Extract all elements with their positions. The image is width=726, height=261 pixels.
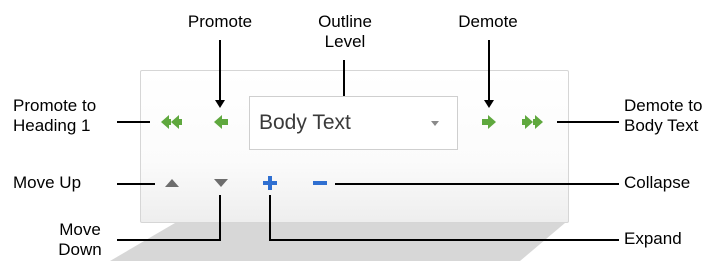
move-up-button[interactable] [164,178,180,188]
leader-outline-level [343,60,345,96]
collapse-button[interactable] [312,180,328,186]
left-arrow-icon [214,115,228,129]
triangle-up-icon [165,179,179,187]
callout-collapse: Collapse [624,173,691,192]
outline-level-dropdown[interactable]: Body Text [249,96,458,150]
double-left-arrow-icon [161,115,182,129]
callout-promote-to-heading1: Promote to Heading 1 [13,96,97,135]
callout-promote: Promote [187,12,253,31]
leader-promote-to-heading1 [117,121,150,123]
leader-expand-h [269,239,619,241]
demote-to-body-text-button[interactable] [521,113,547,131]
chevron-down-icon [431,121,439,126]
leader-expand-v [269,195,271,240]
callout-demote-to-body-text: Demote to Body Text [624,96,703,135]
leader-collapse [335,183,619,185]
callout-move-up: Move Up [13,173,82,192]
leader-move-down-h [117,239,221,241]
leader-move-down-v [219,195,221,240]
leader-demote [488,40,490,106]
double-right-arrow-icon [522,115,543,129]
expand-button[interactable] [262,175,278,191]
right-arrow-icon [482,115,496,129]
promote-to-heading1-button[interactable] [157,113,183,131]
demote-button[interactable] [481,113,497,131]
callout-demote: Demote [458,12,518,31]
outline-level-value: Body Text [259,111,351,134]
triangle-down-icon [214,179,228,187]
leader-demote-to-body-text [557,121,619,123]
move-down-button[interactable] [213,178,229,188]
leader-move-up [117,183,155,185]
leader-demote-arrowhead [484,100,494,108]
promote-button[interactable] [213,113,229,131]
callout-move-down: Move Down [58,220,102,259]
callout-outline-level: Outline Level [318,12,372,51]
callout-expand: Expand [624,229,682,248]
minus-icon [313,181,327,185]
leader-promote [219,40,221,106]
plus-icon [263,176,277,190]
leader-promote-arrowhead [215,100,225,108]
